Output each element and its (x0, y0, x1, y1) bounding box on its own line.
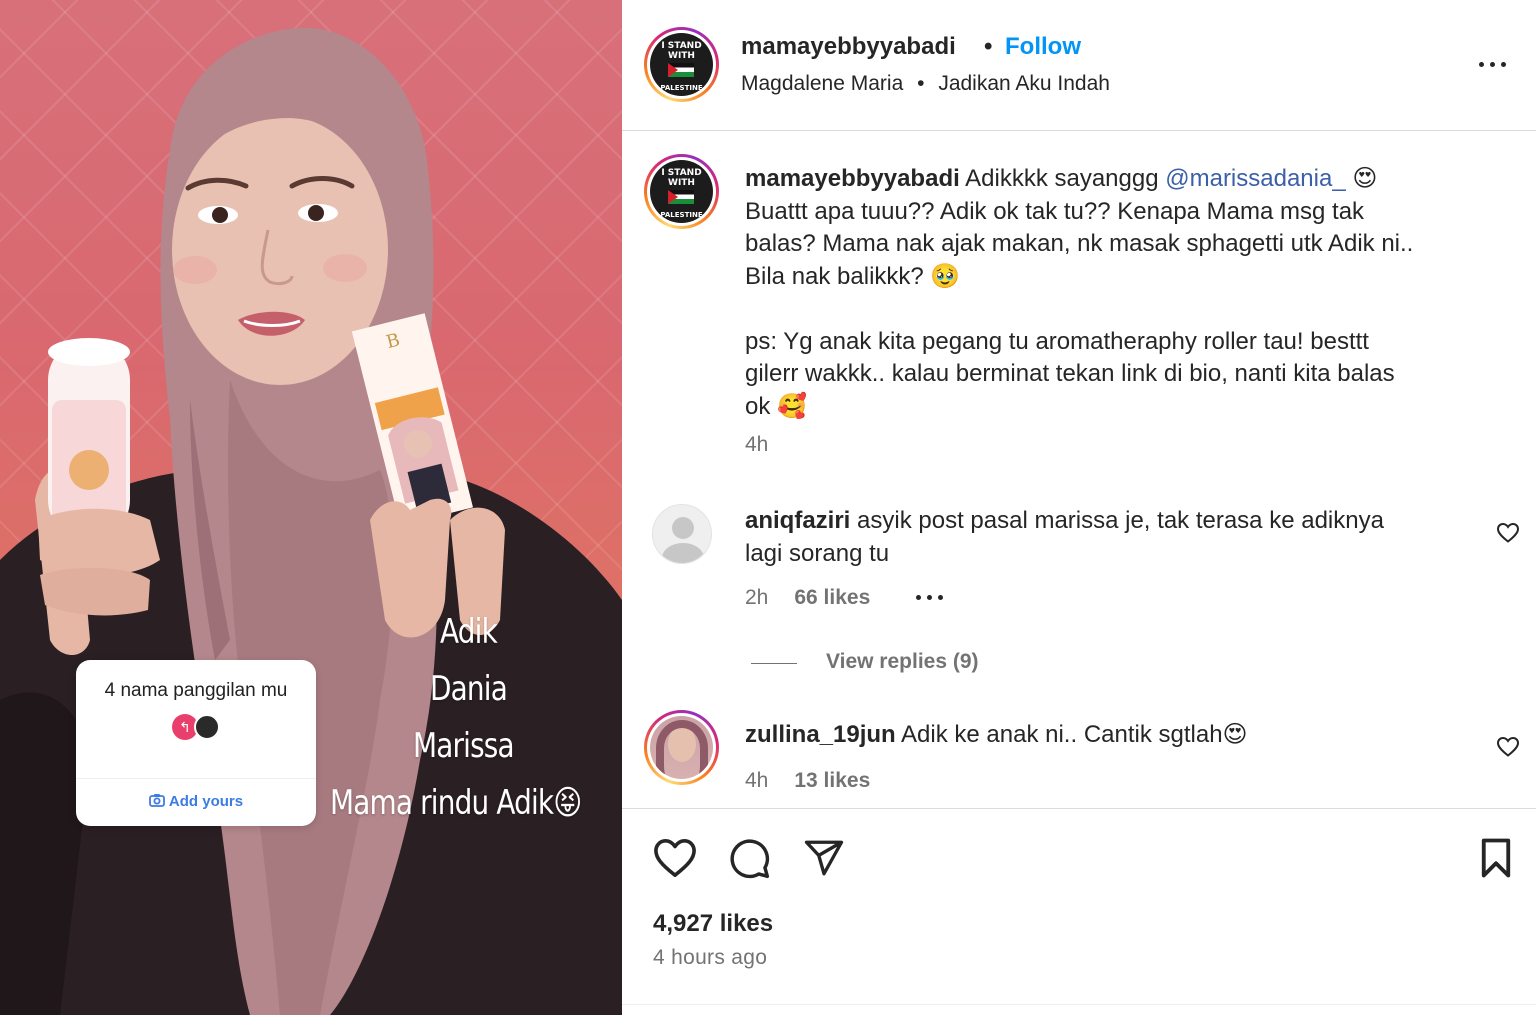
sticker-question: 4 nama panggilan mu (104, 680, 288, 701)
comment-time[interactable]: 4h (745, 769, 768, 792)
post-timestamp[interactable]: 4 hours ago (653, 946, 767, 970)
palestine-badge-icon: I STAND WITH PALESTINE (660, 168, 703, 219)
caption-text: mamayebbyyabadi Adikkkk sayanggg @mariss… (745, 162, 1485, 423)
default-avatar-icon[interactable] (652, 504, 712, 564)
header-username[interactable]: mamayebbyyabadi (741, 33, 956, 61)
caption-time[interactable]: 4h (745, 433, 768, 456)
header-separator: • (984, 33, 993, 60)
palestine-badge-icon: I STAND WITH PALESTINE (660, 41, 703, 92)
share-icon[interactable] (802, 837, 846, 879)
comment-meta: 2h 66 likes (745, 586, 946, 610)
post-details-panel: I STAND WITH PALESTINE mamayebbyyabadi •… (622, 0, 1536, 1015)
audio-info[interactable]: Magdalene Maria • Jadikan Aku Indah (741, 72, 1110, 96)
caption-line: balas? Mama nak ajak makan, nk masak sph… (745, 230, 1414, 257)
commenter-avatar[interactable] (644, 710, 719, 785)
follow-button[interactable]: Follow (1005, 33, 1081, 61)
comment-line: Adik ke anak ni.. Cantik sgtlah😍 (895, 721, 1248, 748)
caption-meta: 4h (745, 433, 768, 457)
caption-line: Buattt apa tuuu?? Adik ok tak tu?? Kenap… (745, 197, 1365, 225)
bookmark-icon[interactable] (1477, 837, 1515, 879)
comment-more-icon[interactable] (916, 595, 946, 601)
add-yours-label: Add yours (168, 793, 244, 810)
caption-avatar[interactable]: I STAND WITH PALESTINE (644, 154, 719, 229)
audio-separator: • (917, 72, 925, 95)
camera-icon (149, 794, 165, 807)
comment-username[interactable]: zullina_19jun (745, 721, 896, 748)
profile-avatar[interactable]: I STAND WITH PALESTINE (644, 27, 719, 102)
caption-line: ps: Yg anak kita pegang tu aromatheraphy… (745, 327, 1369, 355)
overlay-line-4: Mama rindu Adik😝 (330, 783, 582, 823)
caption-text-start: Adikkkk sayanggg (959, 165, 1166, 192)
bottom-divider (622, 1004, 1536, 1005)
more-options-icon[interactable] (1479, 62, 1509, 68)
comment-line: lagi sorang tu (745, 539, 890, 567)
view-replies-button[interactable]: View replies (9) (826, 650, 979, 674)
comment-icon[interactable] (727, 836, 771, 880)
comment-text: aniqfaziri asyik post pasal marissa je, … (745, 505, 1465, 570)
overlay-line-2: Dania (430, 669, 508, 709)
heart-icon[interactable] (652, 837, 698, 879)
person-holding-products: B (0, 27, 622, 1015)
overlay-line-1: Adik (440, 612, 498, 652)
comment-likes[interactable]: 13 likes (794, 769, 870, 792)
comment-like-heart-icon[interactable] (1496, 521, 1520, 545)
likes-count[interactable]: 4,927 likes (653, 910, 773, 938)
comment-time[interactable]: 2h (745, 586, 768, 609)
caption-emoji: 😍 (1352, 164, 1378, 192)
caption-line: gilerr wakkk.. kalau berminat tekan link… (745, 360, 1395, 387)
comment-like-heart-icon[interactable] (1496, 735, 1520, 759)
comment-line: asyik post pasal marissa je, tak terasa … (850, 507, 1384, 534)
caption-line: Bila nak balikkk? 🥹 (745, 262, 961, 290)
comment-meta: 4h 13 likes (745, 769, 870, 793)
audio-title[interactable]: Jadikan Aku Indah (938, 72, 1110, 95)
caption-username[interactable]: mamayebbyyabadi (745, 165, 960, 192)
add-yours-sticker[interactable]: 4 nama panggilan mu ↰ Add yours (76, 660, 316, 826)
add-yours-button[interactable]: Add yours (76, 793, 316, 810)
post-media[interactable]: B Adik Dania Marissa Mama rindu Adik😝 4 … (0, 0, 622, 1015)
comment-likes[interactable]: 66 likes (794, 586, 870, 609)
caption-mention[interactable]: @marissadania_ (1165, 165, 1345, 192)
sticker-divider (76, 778, 316, 779)
comment-text: zullina_19jun Adik ke anak ni.. Cantik s… (745, 719, 1485, 752)
participant-avatar (194, 714, 220, 740)
comment-username[interactable]: aniqfaziri (745, 507, 850, 534)
audio-artist[interactable]: Magdalene Maria (741, 72, 903, 95)
overlay-line-3: Marissa (413, 726, 515, 766)
caption-line: ok 🥰 (745, 392, 807, 420)
view-replies-line (751, 663, 797, 664)
post-header: I STAND WITH PALESTINE mamayebbyyabadi •… (622, 0, 1536, 131)
comments-section[interactable]: I STAND WITH PALESTINE mamayebbyyabadi A… (622, 131, 1536, 808)
